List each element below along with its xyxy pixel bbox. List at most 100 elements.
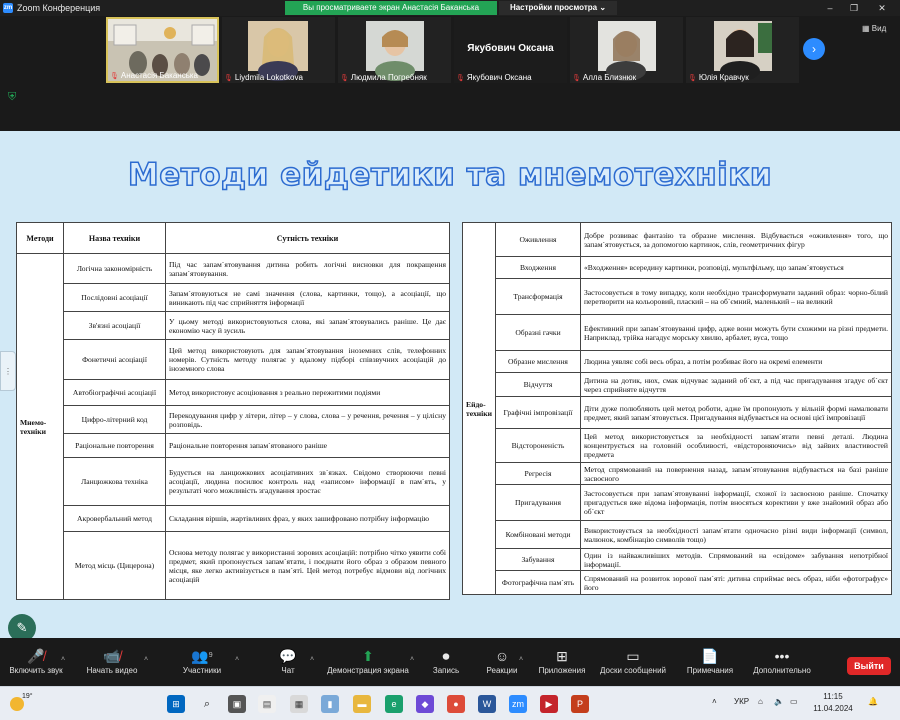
technique-name: Забування [494,548,581,571]
next-page-button[interactable]: › [803,38,825,60]
view-button[interactable]: ▦ Вид [862,24,886,33]
technique-description: Під час запам`ятовування дитина робить л… [165,253,450,284]
start-icon[interactable]: ⊞ [167,695,185,713]
windows-taskbar: 19° ⊞ ⌕ ▣ ▤ ▦ ▮ ▬ e ◆ ● W zm ▶ P ˄ УКР ⌂… [0,686,900,720]
chevron-up-icon[interactable]: ˄ [144,656,148,663]
technique-description: Цей метод використовується за необхіднос… [579,428,893,463]
camera-off-icon: 📹̸ [103,648,121,664]
app-icon[interactable]: ◆ [416,695,434,713]
edge-icon[interactable]: e [385,695,403,713]
powerpoint-icon[interactable]: P [571,695,589,713]
speaker-icon[interactable]: 🔈 [774,697,784,706]
chat-button[interactable]: 💬 Чат [246,646,330,675]
leave-button[interactable]: Выйти [847,657,891,675]
technique-description: Добре розвиває фантазію та образне мисле… [579,222,893,257]
weather-widget[interactable]: 19° [8,693,34,715]
table-row: Зв'язні асоціації У цьому методі використ… [17,311,450,340]
technique-description: Спрямований на розвиток зорової пам`яті:… [579,570,893,595]
table-row: Ланцюжкова техніка Будується на ланцюжков… [17,457,450,506]
table-row: Пригадування Застосовується при запам`ято… [463,484,893,521]
view-options-button[interactable]: Настройки просмотра ⌄ [499,1,617,15]
table-row: Забування Один із найважливіших методів. … [463,548,893,571]
technique-description: Діти дуже полюбляють цей метод роботи, а… [579,396,893,429]
notification-icon[interactable]: 🔔 [868,697,878,706]
network-icon[interactable]: ⌂ [758,697,763,706]
app-title: Zoom Конференция [17,3,101,13]
technique-description: Людина уявляє собі весь образ, а потім р… [579,350,893,373]
collapse-handle[interactable]: ⋮ [0,351,16,391]
participant-tile[interactable]: 🎙 Анастасія Баканська [106,17,219,83]
technique-name: Комбіновані методи [494,520,581,549]
technique-description: Основа методу полягає у використанні зор… [165,531,450,600]
table-row: Цифро-літерний код Перекодування цифр у л… [17,405,450,434]
file-explorer-icon[interactable]: ▬ [353,695,371,713]
technique-name: Трансформація [494,278,581,315]
table-row: Регресія Метод спрямований на повернення … [463,462,893,485]
app-icon[interactable]: ▮ [321,695,339,713]
technique-name: Регресія [494,462,581,485]
mnemo-table-body: Мнемо-техніки Логічна закономірність Під ч… [16,253,450,600]
app-icon[interactable]: ▶ [540,695,558,713]
technique-description: «Входження» всередину картинки, розповід… [579,256,893,279]
task-view-icon[interactable]: ▣ [228,695,246,713]
maximize-icon[interactable]: ❐ [842,1,866,15]
chevron-up-icon[interactable]: ˄ [310,656,314,663]
view-options-label: Настройки просмотра [509,3,598,12]
share-screen-button[interactable]: ⬆ Демонстрация экрана [322,646,414,675]
technique-name: Фотографічна пам`ять [494,570,581,595]
chevron-up-icon[interactable]: ˄ [712,697,717,706]
table-row: Фотографічна пам`ять Спрямований на розви… [463,570,893,595]
technique-description: Застосовується при запам`ятовуванні інфо… [579,484,893,521]
language-indicator[interactable]: УКР [734,697,749,706]
search-icon[interactable]: ⌕ [198,695,216,713]
start-video-button[interactable]: 📹̸ Начать видео [70,646,154,675]
technique-name: Оживлення [494,222,581,257]
table-row: Трансформація Застосовується в тому випад… [463,278,893,315]
close-icon[interactable]: ✕ [870,1,894,15]
zoom-taskbar-icon[interactable]: zm [509,695,527,713]
technique-name: Раціональне повторення [63,433,166,458]
shield-icon[interactable]: ⛨ [8,92,19,103]
more-button[interactable]: ••• Дополнительно [740,646,824,675]
participant-tile[interactable]: 🎙 Людмила Погребняк [338,17,451,83]
people-icon: 👥9 [191,648,213,664]
unmute-button[interactable]: 🎤̸ Включить звук [0,646,78,675]
participant-tile[interactable]: 🎙 Liydmila Lokotkova [222,17,335,83]
unmute-label: Включить звук [9,666,63,675]
mic-muted-icon: 🎙 [224,75,233,82]
participant-name: 🎙 Анастасія Баканська [110,71,198,80]
method-group-label: Ейдо-техніки [462,222,496,595]
technique-name: Графічні імпровізації [494,396,581,429]
technique-description: Цей метод використовують для запам`ятову… [165,339,450,380]
participant-tile[interactable]: 🎙 Алла Близнюк [570,17,683,83]
system-clock[interactable]: 11:15 11.04.2024 [808,691,858,715]
widgets-icon[interactable]: ▤ [258,695,276,713]
store-icon[interactable]: ▦ [290,695,308,713]
participant-name: 🎙 Liydmila Lokotkova [224,73,303,82]
technique-description: Ефективний при запам`ятовуванні цифр, ад… [579,314,893,351]
whiteboard-icon: ▭ [626,648,640,664]
table-row: Відчуття Дитина на дотик, нюх, смак відчу… [463,372,893,397]
whiteboards-label: Доски сообщений [599,666,666,675]
mic-muted-icon: 🎙 [340,75,349,82]
participant-tile[interactable]: Якубович Оксана 🎙 Якубович Оксана [454,17,567,83]
chevron-up-icon[interactable]: ˄ [235,656,239,663]
eido-table-body: Ейдо-техніки Оживлення Добре розвиває фант… [462,222,893,595]
minimize-icon[interactable]: – [818,1,842,15]
chat-label: Чат [281,666,295,675]
participants-button[interactable]: 👥9 Участники [160,646,244,675]
mic-muted-icon: 🎙 [572,75,581,82]
chevron-up-icon[interactable]: ˄ [61,656,65,663]
participant-tile[interactable]: 🎙 Юлія Кравчук [686,17,799,83]
participant-name: 🎙 Якубович Оксана [456,73,532,82]
table-row: Послідовні асоціації Запам`ятовуються не … [17,283,450,312]
battery-icon[interactable]: ▭ [790,697,798,706]
whiteboards-button[interactable]: ▭ Доски сообщений [591,646,675,675]
more-label: Дополнительно [753,666,811,675]
technique-name: Автобіографічні асоціації [63,379,166,406]
shared-screen: Методи ейдетики та мнемотехніки Методи Н… [0,131,900,638]
technique-name: Відстороненість [494,428,581,463]
word-icon[interactable]: W [478,695,496,713]
chrome-icon[interactable]: ● [447,695,465,713]
chevron-down-icon: ⌄ [599,3,607,12]
